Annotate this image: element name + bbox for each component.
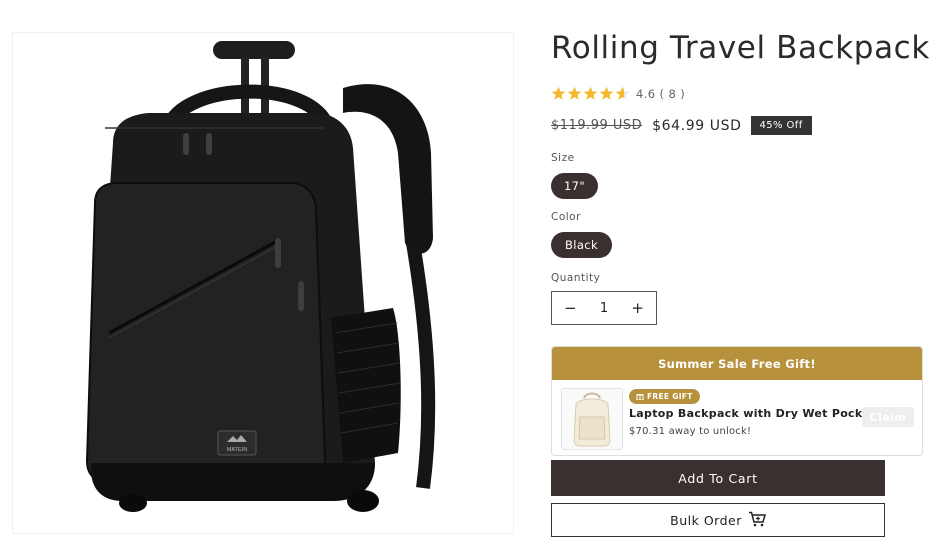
size-option-17[interactable]: 17" — [551, 173, 598, 199]
price-row: $119.99 USD $64.99 USD 45% Off — [551, 116, 812, 135]
star-icon — [583, 86, 598, 100]
product-image[interactable]: MATEIN — [12, 32, 514, 534]
original-price: $119.99 USD — [551, 118, 643, 133]
free-gift-badge-label: FREE GIFT — [647, 392, 693, 401]
star-icon — [551, 86, 566, 100]
quantity-decrease-button[interactable]: − — [564, 299, 577, 317]
color-label: Color — [551, 211, 581, 223]
add-to-cart-button[interactable]: Add To Cart — [551, 460, 885, 496]
star-icon — [599, 86, 614, 100]
quantity-label: Quantity — [551, 272, 601, 284]
sale-price: $64.99 USD — [652, 117, 742, 134]
backpack-image: MATEIN — [85, 41, 436, 512]
gift-card: Summer Sale Free Gift! FREE GIFT Laptop … — [551, 346, 923, 456]
gift-unlock-text: $70.31 away to unlock! — [629, 426, 752, 437]
gift-header: Summer Sale Free Gift! — [552, 347, 922, 380]
size-label: Size — [551, 152, 575, 164]
quantity-increase-button[interactable]: + — [631, 299, 644, 317]
claim-button[interactable]: Claim — [862, 407, 914, 427]
gift-icon — [636, 392, 644, 402]
product-title: Rolling Travel Backpack — [551, 30, 930, 66]
quantity-input[interactable]: 1 — [600, 301, 608, 316]
discount-badge: 45% Off — [750, 116, 812, 135]
rating[interactable]: 4.6 ( 8 ) — [551, 86, 685, 101]
color-option-black[interactable]: Black — [551, 232, 612, 258]
star-icon — [567, 86, 582, 100]
rating-stars — [551, 86, 630, 101]
quantity-stepper: − 1 + — [551, 291, 657, 325]
svg-text:MATEIN: MATEIN — [227, 447, 247, 453]
trolley-handle — [213, 41, 295, 59]
gift-image[interactable] — [561, 388, 623, 450]
bulk-order-button[interactable]: Bulk Order — [551, 503, 885, 537]
gift-product-name: Laptop Backpack with Dry Wet Pocket — [629, 407, 876, 420]
rating-text: 4.6 ( 8 ) — [636, 86, 686, 101]
free-gift-badge: FREE GIFT — [629, 389, 700, 404]
cart-icon — [748, 511, 766, 530]
bulk-order-label: Bulk Order — [670, 512, 742, 528]
star-icon — [615, 86, 630, 100]
